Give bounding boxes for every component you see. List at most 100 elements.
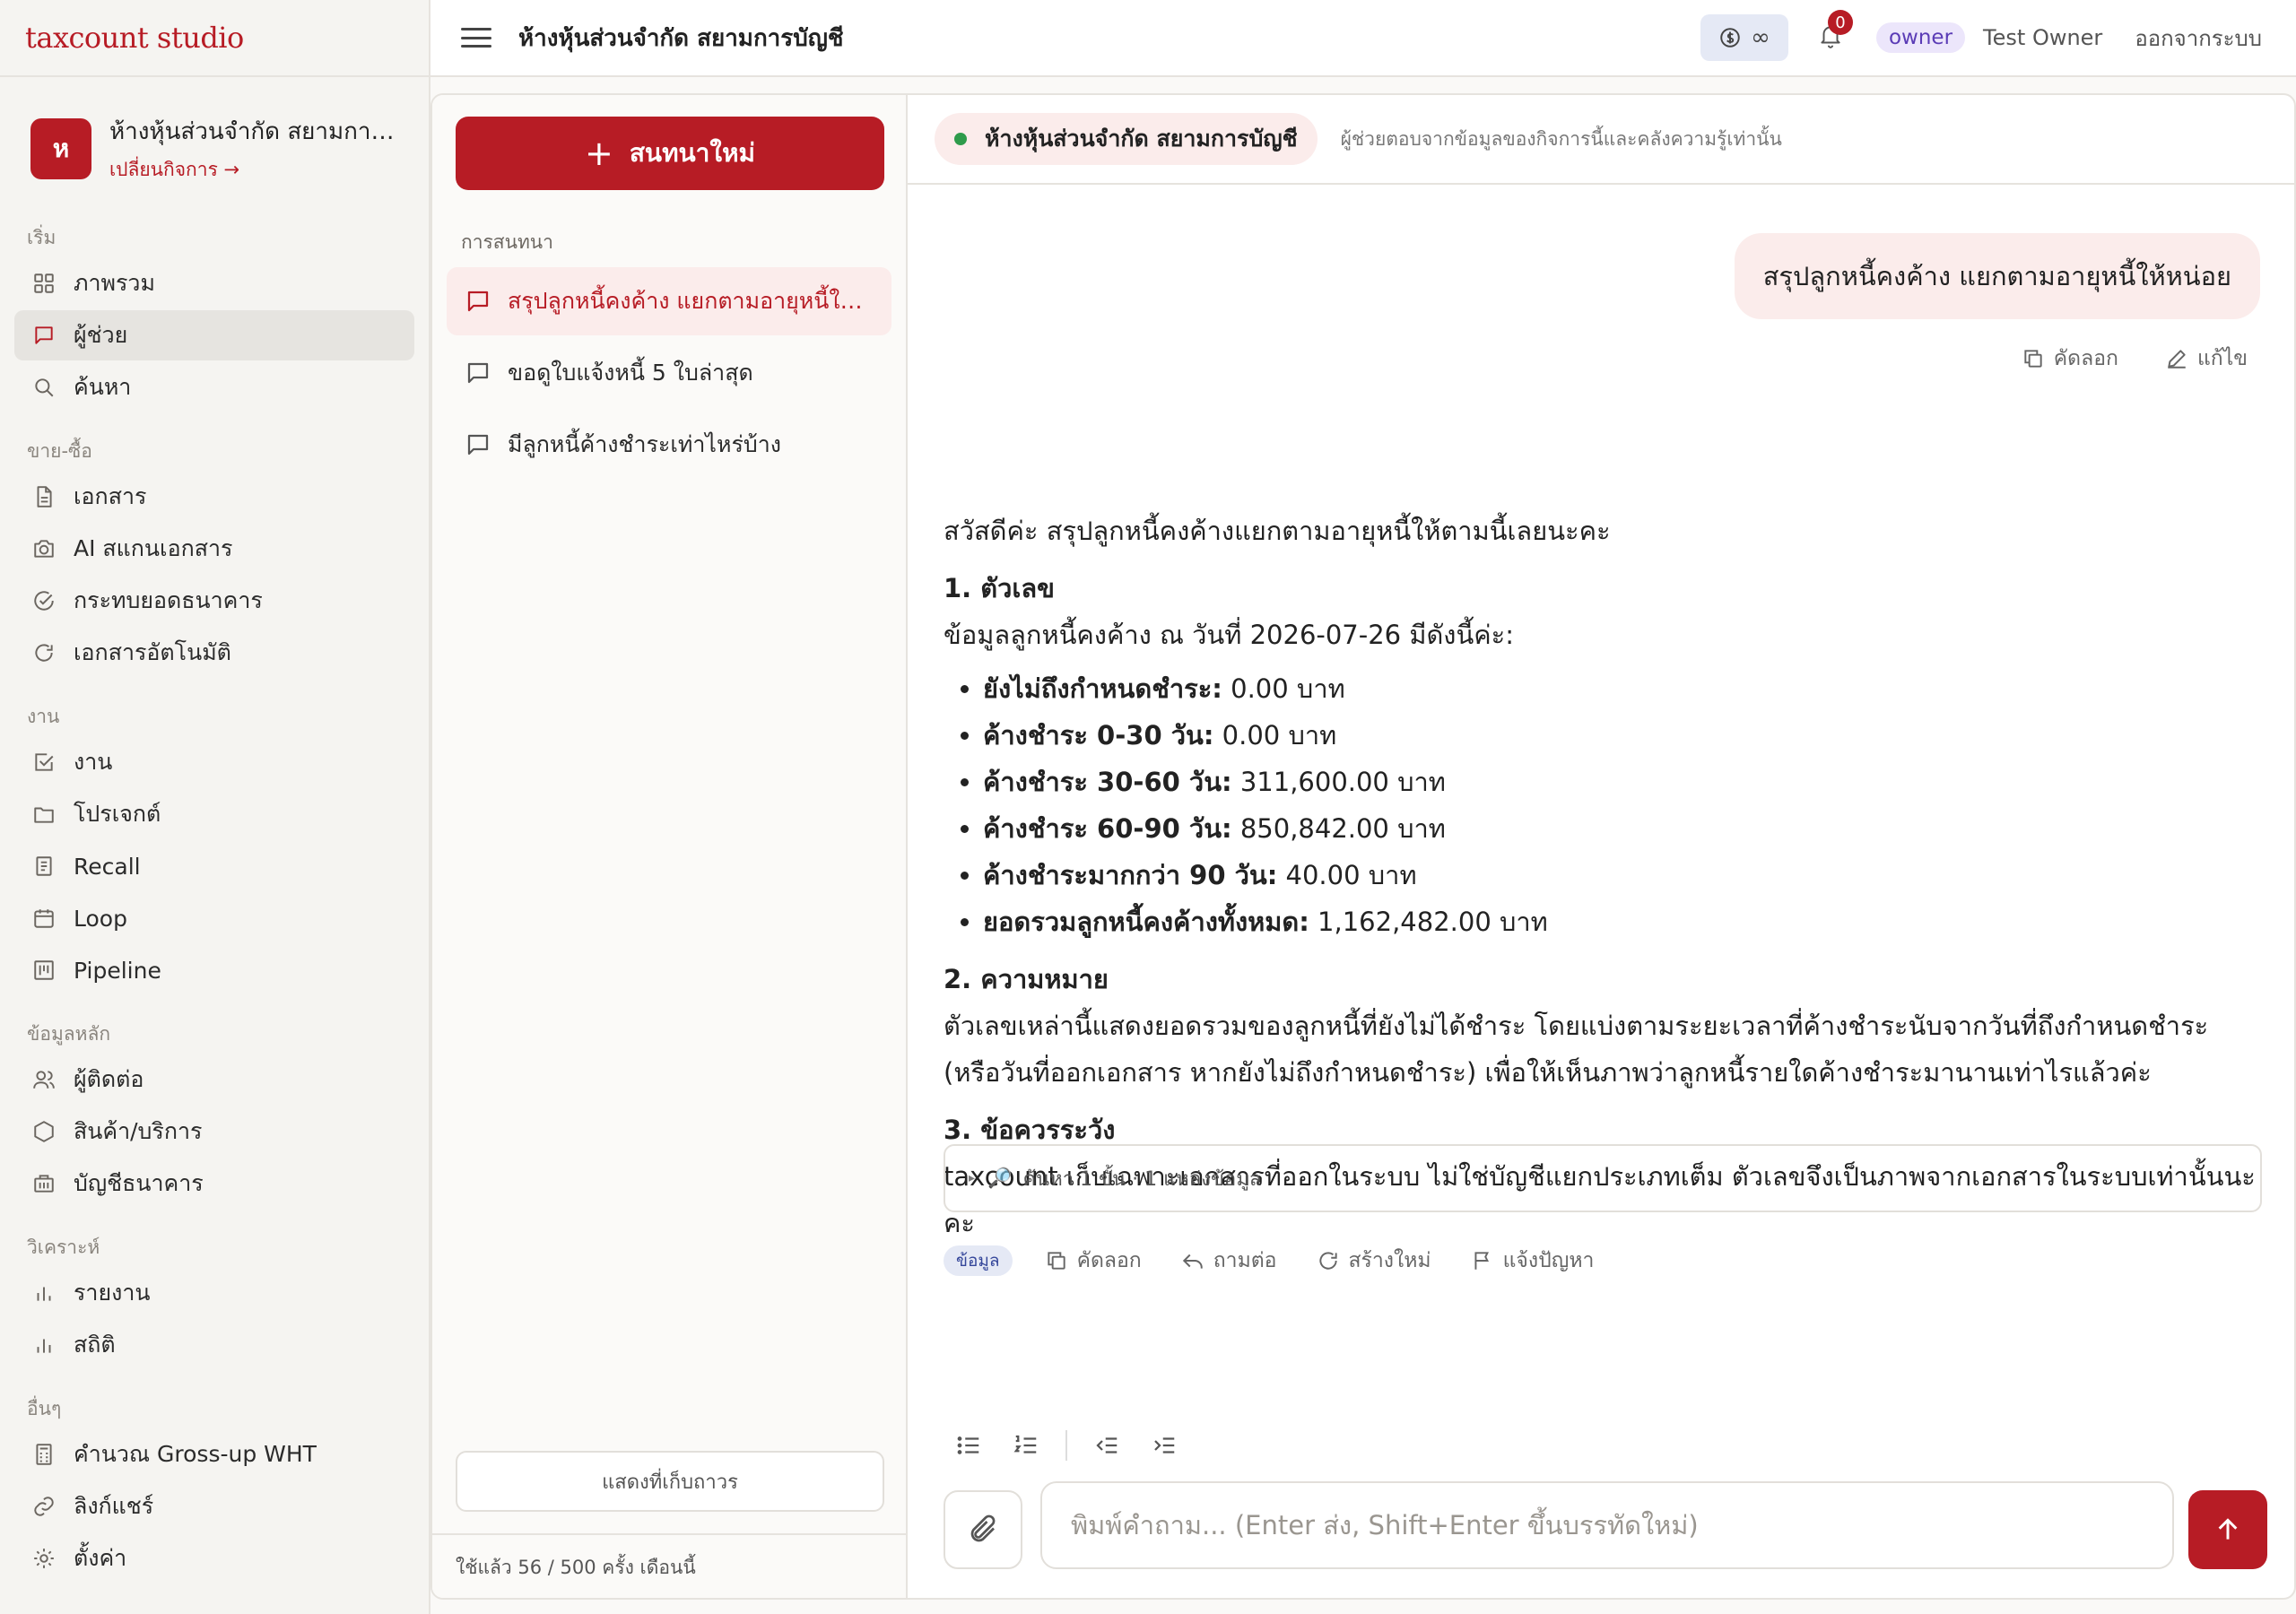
aging-row: ยอดรวมลูกหนี้คงค้างทั้งหมด: 1,162,482.00… [983,898,2262,945]
credit-balance-button[interactable]: ∞ [1700,14,1788,61]
search-steps-summary: ค้นหา 1 ขั้น · 1 แหล่งข้อมูล [1022,1167,1262,1191]
report-problem-button[interactable]: แจ้งปัญหา [1471,1245,1595,1277]
logout-link[interactable]: ออกจากระบบ [2135,21,2262,56]
answer-intro: ข้อมูลลูกหนี้คงค้าง ณ วันที่ 2026-07-26 … [944,620,1515,650]
sidebar-item-label: สถิติ [74,1332,116,1358]
question-input[interactable] [1040,1481,2174,1569]
edit-message-button[interactable]: แก้ไข [2165,343,2248,375]
sidebar-item-assistant[interactable]: ผู้ช่วย [14,310,414,360]
sidebar-item-contacts[interactable]: ผู้ติดต่อ [14,1054,414,1105]
gear-icon [32,1547,56,1570]
sidebar-item-label: บัญชีธนาคาร [74,1170,204,1196]
sidebar-item-label: ตั้งค่า [74,1545,127,1571]
conversation-title: ขอดูใบแจ้งหนี้ 5 ใบล่าสุด [508,360,753,386]
attach-button[interactable] [944,1490,1022,1569]
user-message: สรุปลูกหนี้คงค้าง แยกตามอายุหนี้ให้หน่อย [1734,233,2260,319]
sidebar-item-loop[interactable]: Loop [14,893,414,943]
aging-value: 1,162,482.00 บาท [1309,907,1548,937]
sidebar-item-label: เอกสารอัตโนมัติ [74,639,231,665]
switch-business-link[interactable]: เปลี่ยนกิจการ → [109,155,398,185]
sidebar-item-products[interactable]: สินค้า/บริการ [14,1106,414,1157]
toolbar-divider [1065,1430,1067,1461]
aging-value: 850,842.00 บาท [1231,813,1446,844]
format-toolbar [951,1427,1204,1463]
search-steps-disclosure[interactable]: ▸ 🔎 ค้นหา 1 ขั้น · 1 แหล่งข้อมูล [944,1144,2262,1212]
sidebar-item-ai-scan[interactable]: AI สแกนเอกสาร [14,524,414,574]
nav-section-analytics: วิเคราะห์ [27,1237,100,1258]
brand-logo[interactable]: taxcount studio [0,0,429,77]
aging-label: ยอดรวมลูกหนี้คงค้างทั้งหมด: [983,907,1309,937]
box-icon [32,1120,56,1143]
business-switcher[interactable]: ห ห้างหุ้นส่วนจำกัด สยามการบัญชี เปลี่ยน… [0,77,429,217]
sidebar-item-settings[interactable]: ตั้งค่า [14,1533,414,1584]
outdent-icon[interactable] [1089,1427,1125,1463]
nav-section-sales: ขาย-ซื้อ [27,440,92,462]
copy-message-button[interactable]: คัดลอก [2022,343,2118,375]
sidebar-item-label: ลิงก์แชร์ [74,1493,154,1519]
sidebar-item-recall[interactable]: Recall [14,841,414,891]
conversation-title: มีลูกหนี้ค้างชำระเท่าไหร่บ้าง [508,431,781,457]
regenerate-button[interactable]: สร้างใหม่ [1317,1245,1431,1277]
user-message-actions: คัดลอก แก้ไข [1975,343,2248,375]
sidebar-item-label: คำนวณ Gross-up WHT [74,1441,317,1467]
nav-section-other: อื่นๆ [27,1398,62,1419]
role-badge: owner [1875,22,1966,53]
answer-heading-numbers: 1. ตัวเลข [944,573,1055,603]
topbar: ห้างหุ้นส่วนจำกัด สยามการบัญชี ∞ 0 owner… [430,0,2296,77]
aging-list: ยังไม่ถึงกำหนดชำระ: 0.00 บาท ค้างชำระ 0-… [983,665,2262,945]
follow-up-button[interactable]: ถามต่อ [1181,1245,1277,1277]
sidebar-item-label: Loop [74,905,127,932]
sidebar-item-grossup[interactable]: คำนวณ Gross-up WHT [14,1429,414,1480]
new-chat-button[interactable]: + สนทนาใหม่ [456,117,884,190]
aging-row: ยังไม่ถึงกำหนดชำระ: 0.00 บาท [983,665,2262,712]
hamburger-menu-icon[interactable] [461,24,491,51]
new-chat-label: สนทนาใหม่ [629,138,755,168]
folder-icon [32,803,56,826]
disclosure-triangle-icon: ▸ [969,1171,976,1185]
send-button[interactable] [2188,1490,2267,1569]
conversation-item[interactable]: ขอดูใบแจ้งหนี้ 5 ใบล่าสุด [447,339,891,407]
arrow-up-icon [2218,1518,2238,1540]
bar-chart-icon [32,1281,56,1305]
sidebar-item-label: เอกสาร [74,483,147,509]
sidebar-item-auto-docs[interactable]: เอกสารอัตโนมัติ [14,628,414,678]
copy-label: คัดลอก [1076,1249,1142,1272]
sidebar-item-pipeline[interactable]: Pipeline [14,945,414,995]
sidebar-item-reports[interactable]: รายงาน [14,1268,414,1318]
sidebar-item-search[interactable]: ค้นหา [14,362,414,412]
bullet-list-icon[interactable] [951,1427,987,1463]
sidebar-item-bank-accounts[interactable]: บัญชีธนาคาร [14,1158,414,1209]
sidebar-item-share-links[interactable]: ลิงก์แชร์ [14,1481,414,1532]
sidebar-item-label: Recall [74,853,141,880]
paperclip-icon [970,1514,996,1542]
sidebar-item-label: กระทบยอดธนาคาร [74,587,263,613]
sidebar-item-overview[interactable]: ภาพรวม [14,258,414,308]
sidebar-item-label: โปรเจกต์ [74,801,161,827]
conversation-item[interactable]: สรุปลูกหนี้คงค้าง แยกตามอายุหนี้ให้หน่อย [447,267,891,335]
sidebar-item-bank-recon[interactable]: กระทบยอดธนาคาร [14,576,414,626]
show-archived-button[interactable]: แสดงที่เก็บถาวร [456,1451,884,1512]
copy-label: คัดลอก [2053,347,2118,370]
aging-row: ค้างชำระ 0-30 วัน: 0.00 บาท [983,712,2262,759]
users-icon [32,1068,56,1091]
aging-label: ค้างชำระ 30-60 วัน: [983,767,1232,797]
copy-answer-button[interactable]: คัดลอก [1045,1245,1142,1277]
assistant-scope-note: ผู้ช่วยตอบจากข้อมูลของกิจการนี้และคลังคว… [1340,127,1782,150]
chat-bubble-icon [32,324,56,347]
numbered-list-icon[interactable] [1008,1427,1044,1463]
sidebar-item-label: AI สแกนเอกสาร [74,535,233,561]
reply-icon [1182,1254,1203,1269]
sidebar-item-stats[interactable]: สถิติ [14,1320,414,1370]
sidebar-item-projects[interactable]: โปรเจกต์ [14,789,414,839]
kanban-icon [32,959,56,982]
sidebar: taxcount studio ห ห้างหุ้นส่วนจำกัด สยาม… [0,0,430,1614]
user-name[interactable]: Test Owner [1983,25,2102,50]
notifications-button[interactable]: 0 [1819,10,1853,53]
sidebar-item-tasks[interactable]: งาน [14,737,414,787]
sidebar-item-documents[interactable]: เอกสาร [14,472,414,522]
indent-icon[interactable] [1146,1427,1182,1463]
document-icon [32,485,56,508]
status-dot [954,133,967,145]
report-label: แจ้งปัญหา [1502,1249,1595,1272]
conversation-item[interactable]: มีลูกหนี้ค้างชำระเท่าไหร่บ้าง [447,411,891,479]
